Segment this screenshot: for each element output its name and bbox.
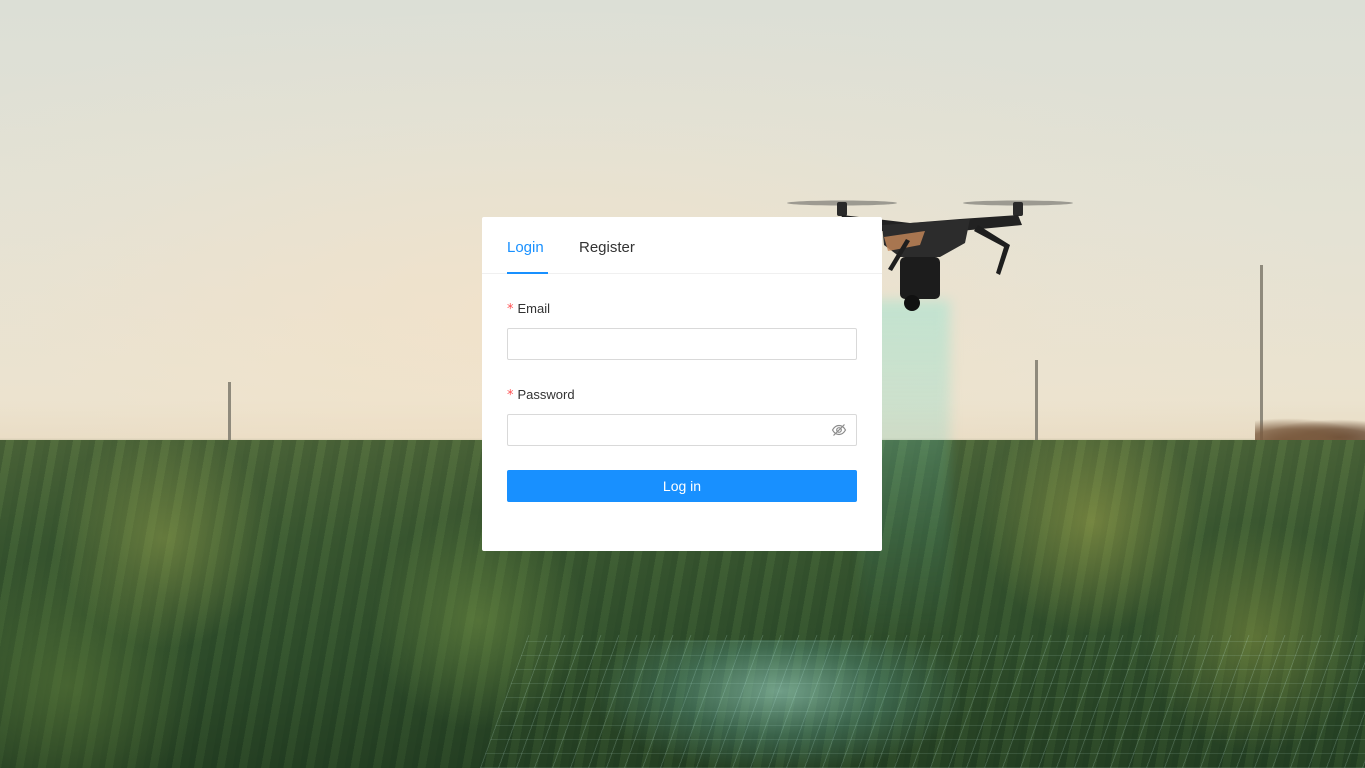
active-tab-indicator — [507, 272, 548, 274]
password-field[interactable] — [507, 414, 857, 446]
email-label-text: Email — [517, 301, 551, 316]
utility-pole — [1035, 360, 1038, 442]
email-label: * Email — [507, 300, 550, 319]
password-label-text: Password — [517, 387, 575, 402]
scan-glow — [600, 640, 960, 768]
password-label: * Password — [507, 386, 575, 405]
utility-pole — [228, 382, 231, 446]
required-mark: * — [507, 388, 514, 403]
login-button[interactable]: Log in — [507, 470, 857, 502]
utility-pole — [1260, 265, 1263, 440]
eye-invisible-icon[interactable] — [831, 422, 847, 438]
tab-register[interactable]: Register — [579, 238, 635, 258]
background-photo: Login Register * Email * Password Log in — [0, 0, 1365, 768]
required-mark: * — [507, 302, 514, 317]
auth-tabs: Login Register — [482, 217, 882, 274]
login-card: Login Register * Email * Password Log in — [482, 217, 882, 551]
email-field[interactable] — [507, 328, 857, 360]
password-wrapper — [507, 414, 857, 446]
tab-login[interactable]: Login — [507, 238, 544, 258]
